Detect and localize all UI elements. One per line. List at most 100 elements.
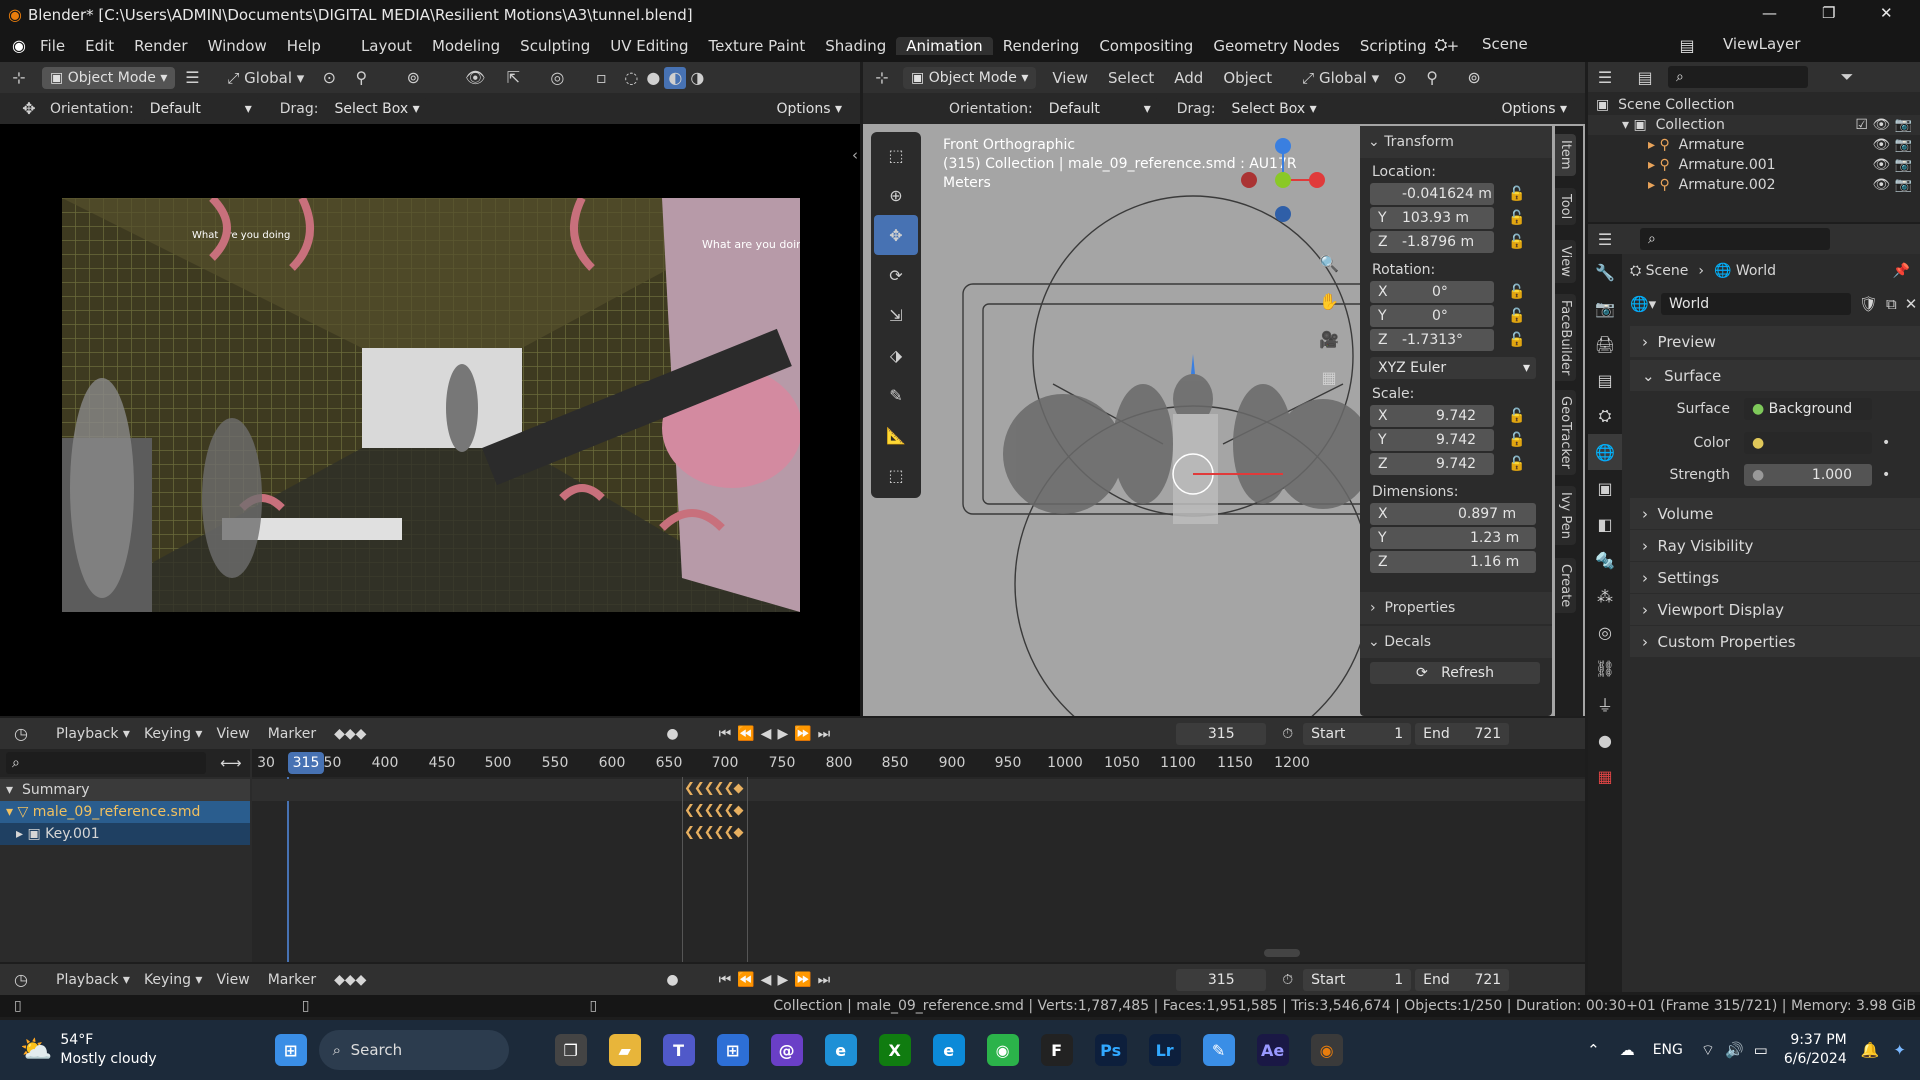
view-layer-tab-icon[interactable]: ▤ (1588, 362, 1622, 398)
paint-icon[interactable]: ✎ (1202, 1034, 1235, 1066)
outliner-type-icon[interactable]: ☰ (1594, 66, 1616, 88)
tab-animation[interactable]: Animation (896, 36, 993, 55)
wireframe-shading-icon[interactable]: ◌ (620, 67, 642, 89)
scene-tab-icon[interactable]: ⛭ (1588, 398, 1622, 434)
add-cube-tool-icon[interactable]: ⬚ (874, 455, 918, 495)
filter-icon[interactable]: ⏷ (1836, 66, 1858, 88)
annotate-tool-icon[interactable]: ✎ (874, 375, 918, 415)
channel-search-input[interactable]: ⌕ (6, 752, 206, 774)
record-icon[interactable]: ● (666, 972, 678, 988)
taskbar-search[interactable]: ⌕ Search (318, 1030, 509, 1070)
dimension-x-field[interactable]: X 0.897 m (1370, 503, 1536, 525)
rotate-tool-icon[interactable]: ⟳ (874, 255, 918, 295)
view-layer-name[interactable]: ViewLayer (1713, 35, 1810, 53)
navigation-gizmo[interactable] (1233, 134, 1333, 224)
view-menu[interactable]: View (216, 726, 249, 742)
cursor-tool-icon[interactable]: ⊕ (874, 175, 918, 215)
material-tab-icon[interactable]: ● (1588, 722, 1622, 758)
viewport-display-section[interactable]: › Viewport Display (1630, 594, 1920, 626)
menu-edit[interactable]: Edit (75, 37, 124, 55)
tab-uv-editing[interactable]: UV Editing (600, 37, 698, 55)
end-frame-field[interactable]: End 721 (1415, 722, 1510, 745)
start-windows-icon[interactable]: ⊞ (274, 1034, 307, 1066)
frame-ruler[interactable]: 30 350 400 450 500 550 600 650 700 750 800 850 900 95… (252, 749, 1585, 777)
armature-row[interactable]: ▸ ⚲ Armature.002 👁 📷 (1588, 175, 1920, 195)
edge-dev-icon[interactable]: e (824, 1034, 857, 1066)
rendered-shading-icon[interactable]: ◑ (686, 67, 708, 89)
constraints-tab-icon[interactable]: ⛓ (1588, 650, 1622, 686)
marker-menu[interactable]: Marker (268, 726, 316, 742)
transform-header[interactable]: ⌄ Transform (1360, 126, 1552, 158)
lightroom-icon[interactable]: Lr (1148, 1034, 1181, 1066)
keyframe-dot-icon[interactable]: • (1882, 435, 1890, 451)
store-icon[interactable]: ⊞ (716, 1034, 749, 1066)
notification-bell-icon[interactable]: 🔔 (1861, 1041, 1880, 1059)
keyframe-nav-icon[interactable]: ◆◆◆ (334, 972, 366, 988)
current-frame-field[interactable]: 315 (1176, 722, 1267, 745)
visibility-toggles[interactable]: 👁 📷 (1872, 155, 1912, 175)
xbox-icon[interactable]: X (878, 1034, 911, 1066)
horizontal-scrollbar[interactable] (1264, 949, 1300, 957)
gizmo-icon[interactable]: ⇱ (502, 67, 524, 89)
lock-icon[interactable]: 🔓 (1508, 456, 1525, 472)
scene-icon[interactable]: ⛭ (1430, 34, 1452, 56)
lock-icon[interactable]: 🔓 (1508, 186, 1525, 202)
weather-widget[interactable]: 54°F Mostly cloudy (60, 1031, 156, 1069)
tab-item[interactable]: Item (1555, 134, 1576, 176)
marker-menu[interactable]: Marker (268, 972, 316, 988)
tab-tool[interactable]: Tool (1555, 188, 1576, 226)
unlink-icon[interactable]: ✕ (1905, 295, 1918, 313)
channel-shape-key[interactable]: ▸ ▣ Key.001 (0, 823, 250, 845)
right-menu-view[interactable]: View (1052, 69, 1088, 87)
tool-tab-icon[interactable]: 🔧 (1588, 254, 1622, 290)
dimension-z-field[interactable]: Z 1.16 m (1370, 551, 1536, 573)
scene-name[interactable]: Scene (1472, 35, 1538, 53)
task-view-icon[interactable]: ❐ (554, 1034, 587, 1066)
playback-controls[interactable]: ⏮⏪◀▶⏩⏭ (719, 972, 837, 988)
clock[interactable]: 9:37 PM 6/6/2024 (1784, 1031, 1847, 1069)
start-frame-field[interactable]: Start 1 (1303, 722, 1412, 745)
camera-icon[interactable]: 🎥 (1313, 320, 1345, 358)
pin-icon[interactable]: 📌 (1893, 263, 1910, 279)
custom-properties-section[interactable]: › Custom Properties (1630, 626, 1920, 658)
chrome-icon[interactable]: ◉ (986, 1034, 1019, 1066)
left-options-button[interactable]: Options ▾ (768, 97, 850, 120)
volume-section[interactable]: › Volume (1630, 498, 1920, 530)
world-tab-icon[interactable]: 🌐 (1588, 434, 1622, 470)
right-pivot-icon[interactable]: ⊙ (1389, 67, 1411, 89)
copilot-icon[interactable]: ✦ (1893, 1041, 1906, 1059)
rotation-mode-dropdown[interactable]: XYZ Euler ▾ (1370, 357, 1536, 379)
surface-section[interactable]: ⌄ Surface (1630, 360, 1920, 392)
edge-icon[interactable]: e (932, 1034, 965, 1066)
lock-icon[interactable]: 🔓 (1508, 308, 1525, 324)
dimension-y-field[interactable]: Y 1.23 m (1370, 527, 1536, 549)
rotation-z-field[interactable]: Z -1.7313° (1370, 329, 1494, 351)
fake-user-icon[interactable]: 🛡 (1859, 295, 1878, 313)
outliner-search[interactable]: ⌕ (1668, 66, 1808, 88)
tab-ivy-pen[interactable]: Ivy Pen (1555, 486, 1576, 545)
current-frame-indicator[interactable]: 315 (288, 752, 324, 774)
figma-icon[interactable]: F (1040, 1034, 1073, 1066)
lock-icon[interactable]: 🔓 (1508, 234, 1525, 250)
right-drag-dropdown[interactable]: Select Box ▾ (1223, 97, 1325, 120)
zoom-icon[interactable]: 🔍 (1313, 244, 1345, 282)
minimize-button[interactable]: — (1762, 4, 1777, 22)
view-layer-icon[interactable]: ▤ (1676, 34, 1698, 56)
solid-shading-icon[interactable]: ● (642, 67, 664, 89)
keyframes-row-3[interactable]: ❮❮❮❮❮◆ (684, 825, 743, 840)
tab-sculpting[interactable]: Sculpting (510, 37, 600, 55)
rotation-x-field[interactable]: X 0° (1370, 281, 1494, 303)
end-frame-field[interactable]: End 721 (1415, 968, 1510, 991)
data-tab-icon[interactable]: ⏚ (1588, 686, 1622, 722)
dopesheet-graph[interactable]: 30 350 400 450 500 550 600 650 700 750 800 850 900 95… (252, 749, 1585, 962)
modifier-tab-icon[interactable]: 🔩 (1588, 542, 1622, 578)
ray-visibility-section[interactable]: › Ray Visibility (1630, 530, 1920, 562)
texture-tab-icon[interactable]: ▦ (1588, 758, 1622, 794)
clock-icon[interactable]: ⏱ (1282, 726, 1293, 742)
object-tab-icon[interactable]: ◧ (1588, 506, 1622, 542)
collection-row[interactable]: ▾ ▣ Collection ☑ 👁 📷 (1588, 115, 1920, 135)
timeline-editor-icon[interactable]: ◷ (10, 969, 32, 991)
menu-help[interactable]: Help (277, 37, 331, 55)
world-name-field[interactable]: World (1660, 293, 1851, 315)
right-editor-type-icon[interactable]: ⊹ (871, 67, 893, 89)
